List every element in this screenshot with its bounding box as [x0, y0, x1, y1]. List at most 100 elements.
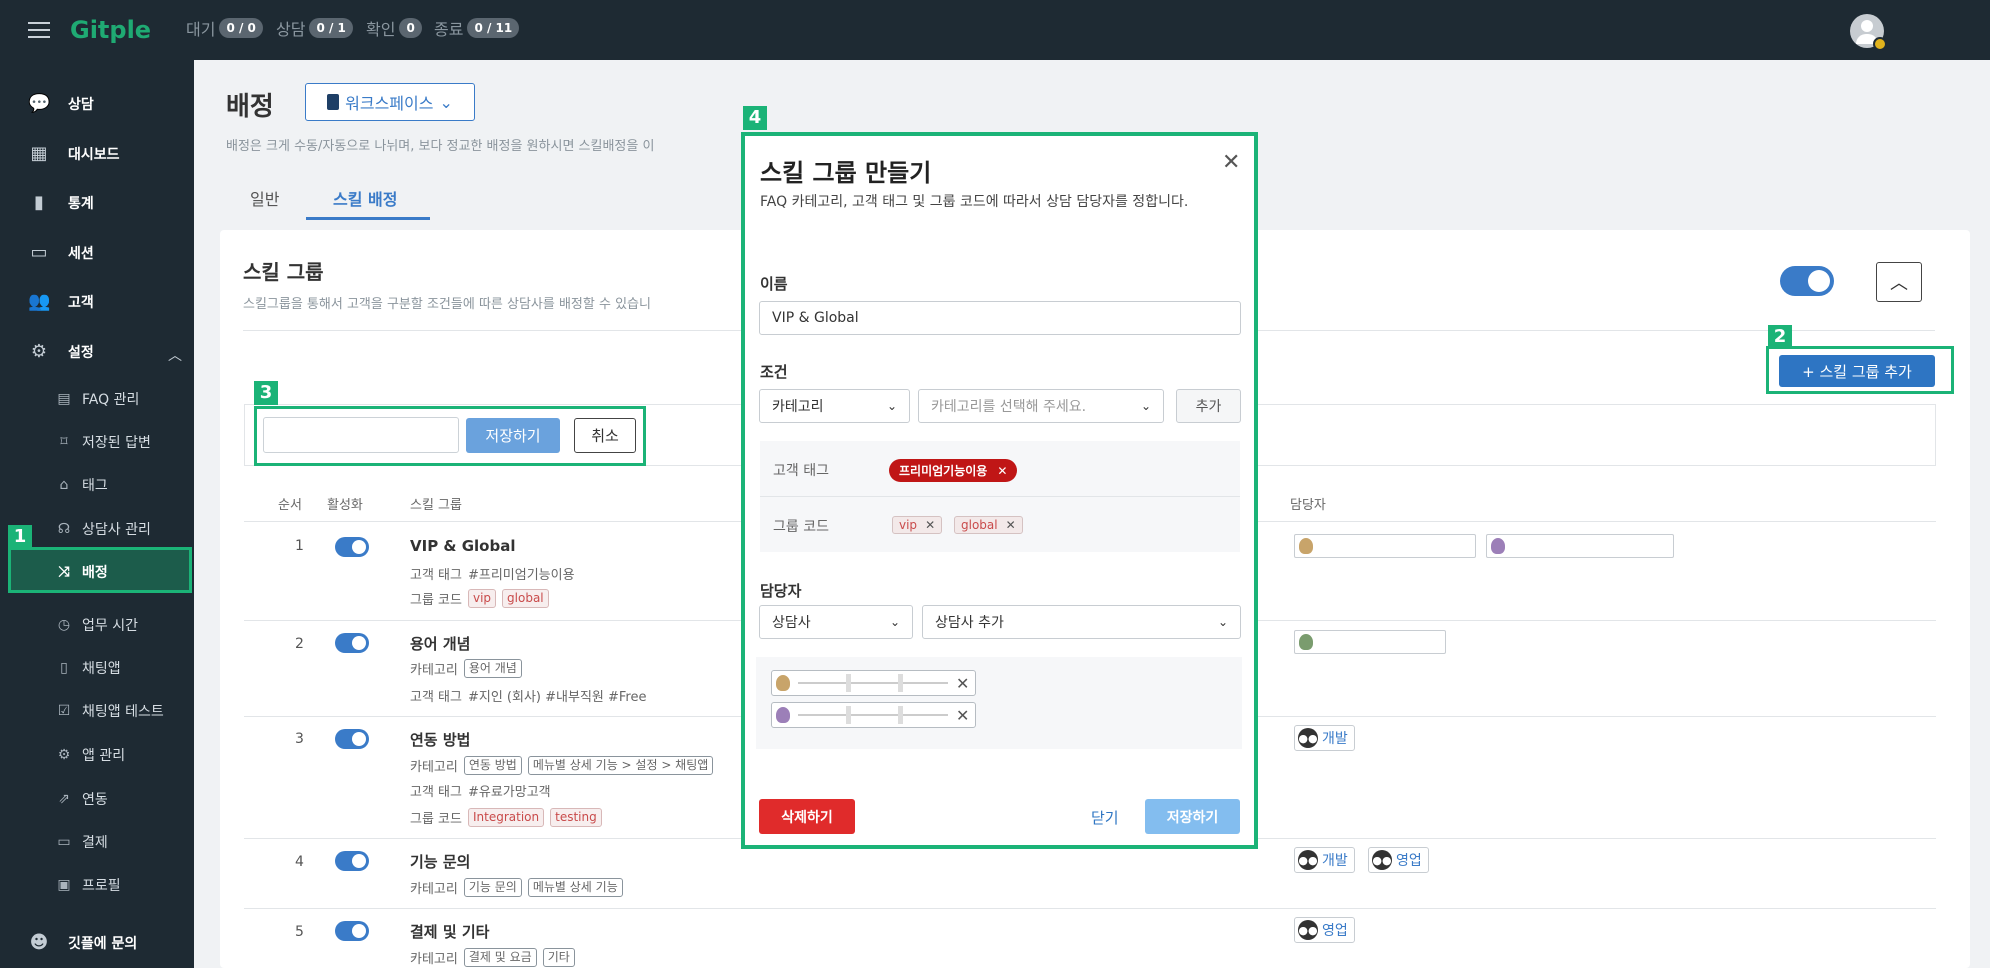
agent-chip[interactable] [1486, 534, 1674, 558]
team-label: 영업 [1396, 853, 1422, 869]
agent-avatar [1299, 538, 1313, 554]
user-avatar[interactable] [1850, 14, 1887, 51]
annotation-badge: 3 [254, 381, 278, 405]
queue-waiting[interactable]: 대기 0 / 0 [186, 16, 263, 40]
team-chip[interactable]: ●● 영업 [1294, 917, 1355, 943]
add-agent-select[interactable]: 상담사 추가 ⌄ [922, 605, 1241, 639]
sidebar-sub-integration[interactable]: ⇗ 연동 [56, 789, 108, 809]
sidebar-sub-chatapp-test[interactable]: ☑ 채팅앱 테스트 [56, 701, 164, 721]
cancel-button[interactable]: 취소 [574, 418, 636, 453]
sidebar-sub-saved-replies[interactable]: ⌑ 저장된 답변 [56, 432, 150, 452]
category-select[interactable]: 카테고리를 선택해 주세요. ⌄ [918, 389, 1164, 423]
row-active-toggle[interactable] [335, 729, 369, 749]
team-chip[interactable]: ●● 개발 [1294, 847, 1355, 873]
agent-name-redacted [798, 706, 948, 724]
row-group-name[interactable]: 결제 및 기타 [410, 921, 489, 942]
delete-button[interactable]: 삭제하기 [759, 799, 855, 834]
collapse-button[interactable]: ︿ [1876, 262, 1922, 302]
sidebar-item-settings[interactable]: ⚙ 설정 [28, 342, 94, 362]
condition-type-select[interactable]: 카테고리 ⌄ [759, 389, 910, 423]
menu-icon[interactable] [28, 22, 50, 38]
customer-tag-chip[interactable]: 프리미엄기능이용 ✕ [889, 459, 1018, 482]
row-active-toggle[interactable] [335, 537, 369, 557]
card-description: 스킬그룹을 통해서 고객을 구분할 조건들에 따른 상담사를 배정할 수 있습니 [243, 297, 651, 312]
queue-check[interactable]: 확인 0 [366, 16, 422, 40]
selected-agent-chip[interactable]: ✕ [771, 702, 977, 728]
sidebar-sub-hours[interactable]: ◷ 업무 시간 [56, 615, 138, 635]
chevron-down-icon: ⌄ [1140, 399, 1151, 413]
row-order: 3 [295, 731, 304, 747]
agent-chip[interactable] [1294, 534, 1476, 558]
group-name-input[interactable] [263, 417, 459, 453]
condition-label: 조건 [760, 363, 788, 381]
workspace-label: 워크스페이스 [345, 94, 434, 113]
queue-consulting[interactable]: 상담 0 / 1 [276, 16, 353, 40]
sidebar-item-dashboard[interactable]: ▦ 대시보드 [28, 144, 120, 164]
team-icon: ●● [1298, 728, 1318, 748]
sidebar-sub-assignment[interactable]: ⤨ 배정 [8, 547, 192, 593]
category-tag: 기타 [542, 948, 575, 967]
row-active-toggle[interactable] [335, 921, 369, 941]
agent-chip[interactable] [1294, 630, 1446, 654]
assignee-type-select[interactable]: 상담사 ⌄ [759, 605, 913, 639]
selected-agent-chip[interactable]: ✕ [771, 670, 977, 696]
remove-icon[interactable]: ✕ [1006, 518, 1016, 532]
modal-save-button[interactable]: 저장하기 [1145, 799, 1240, 834]
category-tag: 기능 문의 [463, 878, 522, 897]
sidebar-sub-billing[interactable]: ▭ 결제 [56, 832, 107, 852]
tab-skill-assignment[interactable]: 스킬 배정 [333, 186, 397, 210]
sidebar-item-consult[interactable]: 💬 상담 [28, 94, 94, 114]
team-chip[interactable]: ●● 개발 [1294, 725, 1355, 751]
close-icon[interactable]: ✕ [1222, 150, 1240, 175]
row-line-label: 고객 태그 [410, 690, 462, 705]
queue-badge: 0 [399, 18, 422, 38]
app-logo[interactable]: Gitple [70, 16, 151, 44]
sidebar-sub-agents[interactable]: ☊ 상담사 관리 [56, 519, 151, 539]
chevron-up-icon[interactable]: ︿ [168, 345, 182, 365]
tab-general[interactable]: 일반 [250, 186, 279, 210]
sidebar-sub-tags[interactable]: ⌂ 태그 [56, 475, 108, 495]
remove-icon[interactable]: ✕ [997, 464, 1007, 478]
row-group-name[interactable]: 용어 개념 [410, 633, 470, 654]
remove-icon[interactable]: ✕ [956, 706, 969, 725]
sidebar-sub-chatapp[interactable]: ▯ 채팅앱 [56, 658, 121, 678]
document-icon: ▤ [57, 391, 71, 407]
row-code-line: 그룹 코드 vip global [410, 589, 549, 608]
sidebar-item-label: 대시보드 [68, 147, 120, 163]
add-condition-button[interactable]: 추가 [1176, 389, 1241, 423]
add-skill-group-button[interactable]: + 스킬 그룹 추가 [1779, 355, 1935, 387]
sidebar-item-stats[interactable]: ▮ 통계 [28, 193, 94, 213]
save-button[interactable]: 저장하기 [466, 418, 560, 453]
sidebar-item-session[interactable]: ▭ 세션 [28, 243, 93, 263]
row-group-name[interactable]: 기능 문의 [410, 851, 470, 872]
group-code-chip[interactable]: global ✕ [954, 516, 1023, 534]
name-field[interactable]: VIP & Global [759, 301, 1241, 335]
row-category-line: 카테고리 결제 및 요금 기타 [410, 948, 575, 967]
group-code-chip[interactable]: vip ✕ [892, 516, 943, 534]
category-tag: 용어 개념 [463, 659, 522, 678]
customer-tag-text: 프리미엄기능이용 [899, 464, 988, 478]
team-chip[interactable]: ●● 영업 [1368, 847, 1429, 873]
sidebar-sub-faq[interactable]: ▤ FAQ 관리 [56, 389, 139, 409]
sidebar-sub-profile[interactable]: ▣ 프로필 [56, 875, 120, 895]
sidebar-item-customer[interactable]: 👥 고객 [28, 292, 94, 312]
sidebar-sub-app-manage[interactable]: ⚙ 앱 관리 [56, 745, 125, 765]
queue-closed[interactable]: 종료 0 / 11 [434, 16, 520, 40]
row-group-name[interactable]: VIP & Global [410, 537, 515, 555]
workspace-dropdown[interactable]: 워크스페이스 ⌄ [305, 83, 475, 121]
row-group-name[interactable]: 연동 방법 [410, 729, 470, 750]
skill-assign-toggle[interactable] [1780, 266, 1834, 296]
remove-icon[interactable]: ✕ [925, 518, 935, 532]
row-tag-line: 고객 태그 #유료가망고객 [410, 781, 551, 800]
close-button[interactable]: 닫기 [1091, 807, 1119, 828]
check-doc-icon: ☑ [57, 703, 71, 719]
assignee-label: 담당자 [760, 582, 802, 600]
row-active-toggle[interactable] [335, 633, 369, 653]
remove-icon[interactable]: ✕ [956, 674, 969, 693]
headset-icon: ☊ [57, 521, 71, 537]
settings-icon: ⚙ [57, 747, 71, 763]
customer-tag-label: 고객 태그 [773, 463, 829, 479]
sidebar-help[interactable]: ☻ 깃플에 문의 [28, 933, 138, 953]
row-active-toggle[interactable] [335, 851, 369, 871]
row-tag-line: 고객 태그 #프리미엄기능이용 [410, 564, 575, 583]
